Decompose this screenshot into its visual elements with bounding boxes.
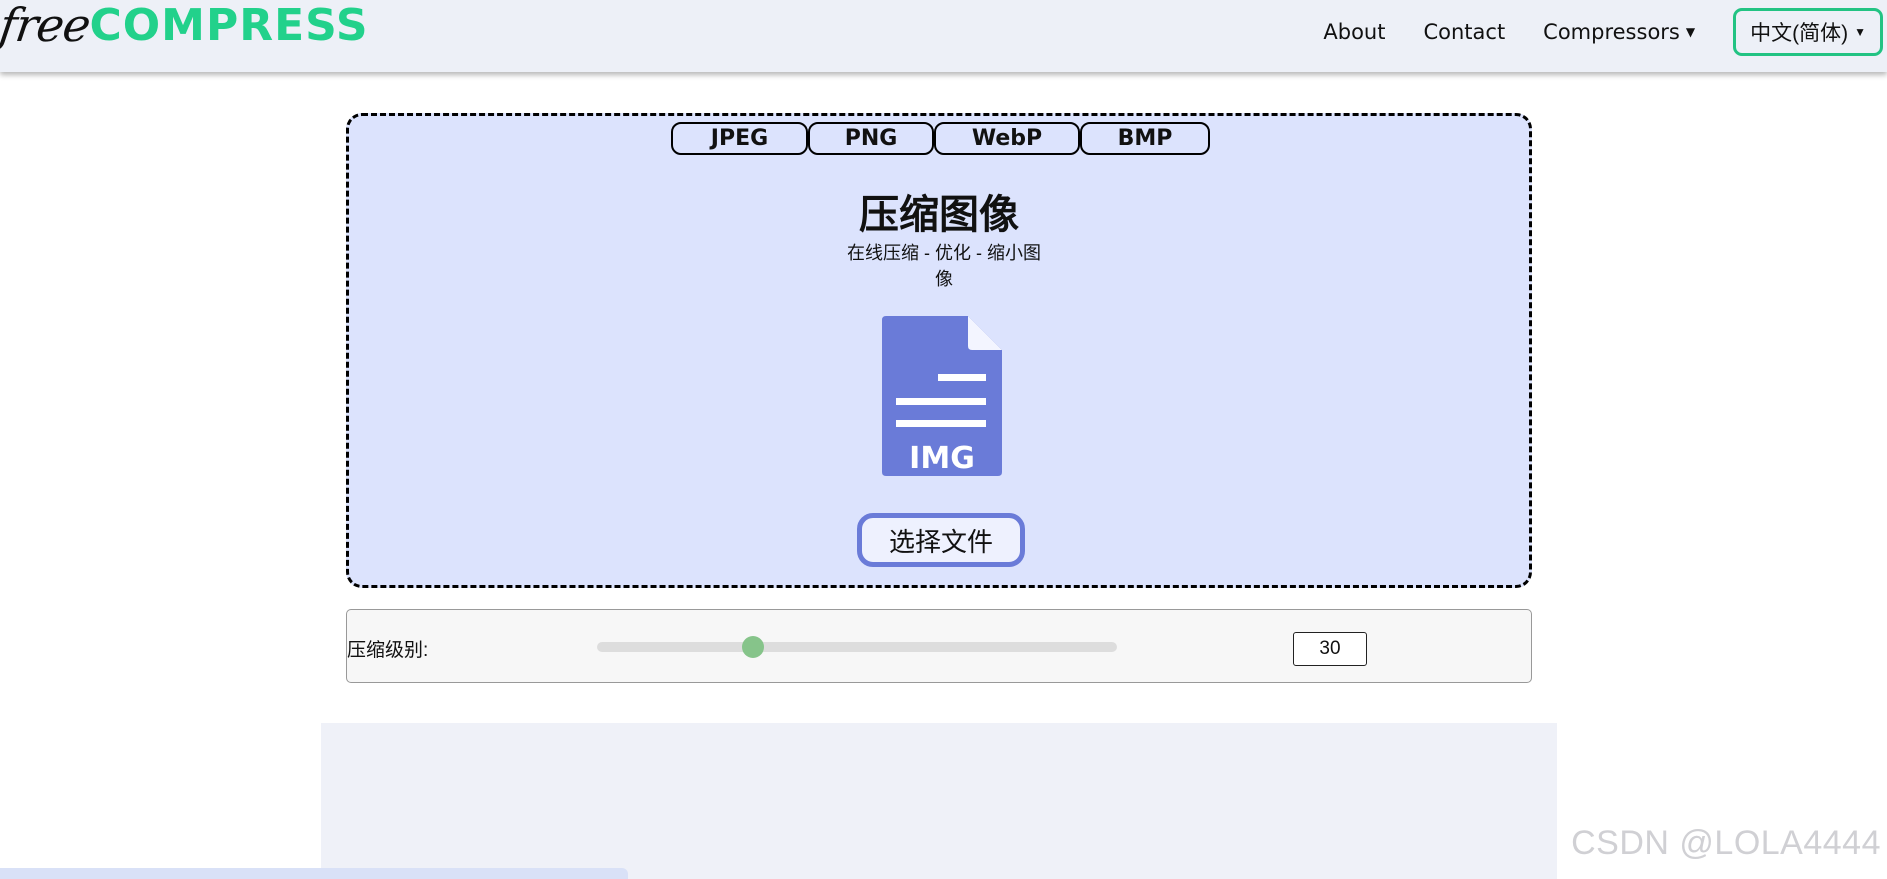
- format-tabs: JPEG PNG WebP BMP: [671, 122, 1210, 155]
- language-label: 中文(简体): [1750, 22, 1849, 45]
- caret-down-icon: ▼: [1854, 25, 1866, 39]
- nav-contact-link[interactable]: Contact: [1423, 20, 1505, 44]
- logo-compress-text: COMPRESS: [89, 0, 369, 51]
- caret-down-icon: ▼: [1685, 25, 1696, 39]
- nav-compressors-label: Compressors: [1543, 20, 1680, 44]
- logo-free-text: free: [0, 0, 94, 52]
- page-title: 压缩图像: [859, 193, 1019, 237]
- main-nav: About Contact Compressors ▼ 中文(简体) ▼: [1323, 8, 1887, 56]
- logo[interactable]: free COMPRESS: [0, 0, 369, 60]
- page-subtitle: 在线压缩 - 优化 - 缩小图像: [847, 243, 1041, 289]
- choose-file-button[interactable]: 选择文件: [857, 513, 1025, 567]
- upload-dropzone[interactable]: JPEG PNG WebP BMP 压缩图像 在线压缩 - 优化 - 缩小图像 …: [346, 113, 1532, 588]
- compression-level-input[interactable]: 30: [1293, 632, 1367, 666]
- language-selector[interactable]: 中文(简体) ▼: [1733, 8, 1883, 56]
- slider-thumb[interactable]: [742, 636, 764, 658]
- compression-level-panel: 压缩级别: 30: [346, 609, 1532, 683]
- tab-bmp[interactable]: BMP: [1080, 122, 1210, 155]
- content-placeholder: [321, 723, 1557, 879]
- tab-png[interactable]: PNG: [808, 122, 934, 155]
- watermark: CSDN @LOLA4444: [1571, 824, 1881, 862]
- tab-webp[interactable]: WebP: [934, 122, 1080, 155]
- nav-about-link[interactable]: About: [1323, 20, 1385, 44]
- compression-level-slider[interactable]: [597, 636, 1117, 658]
- compression-level-label: 压缩级别:: [347, 640, 429, 661]
- image-file-icon: IMG: [882, 316, 1002, 476]
- tab-jpeg[interactable]: JPEG: [671, 122, 808, 155]
- site-header: free COMPRESS About Contact Compressors …: [0, 0, 1887, 72]
- nav-compressors-dropdown[interactable]: Compressors ▼: [1543, 20, 1695, 44]
- file-icon-label: IMG: [909, 441, 975, 476]
- bottom-bar: [0, 868, 628, 879]
